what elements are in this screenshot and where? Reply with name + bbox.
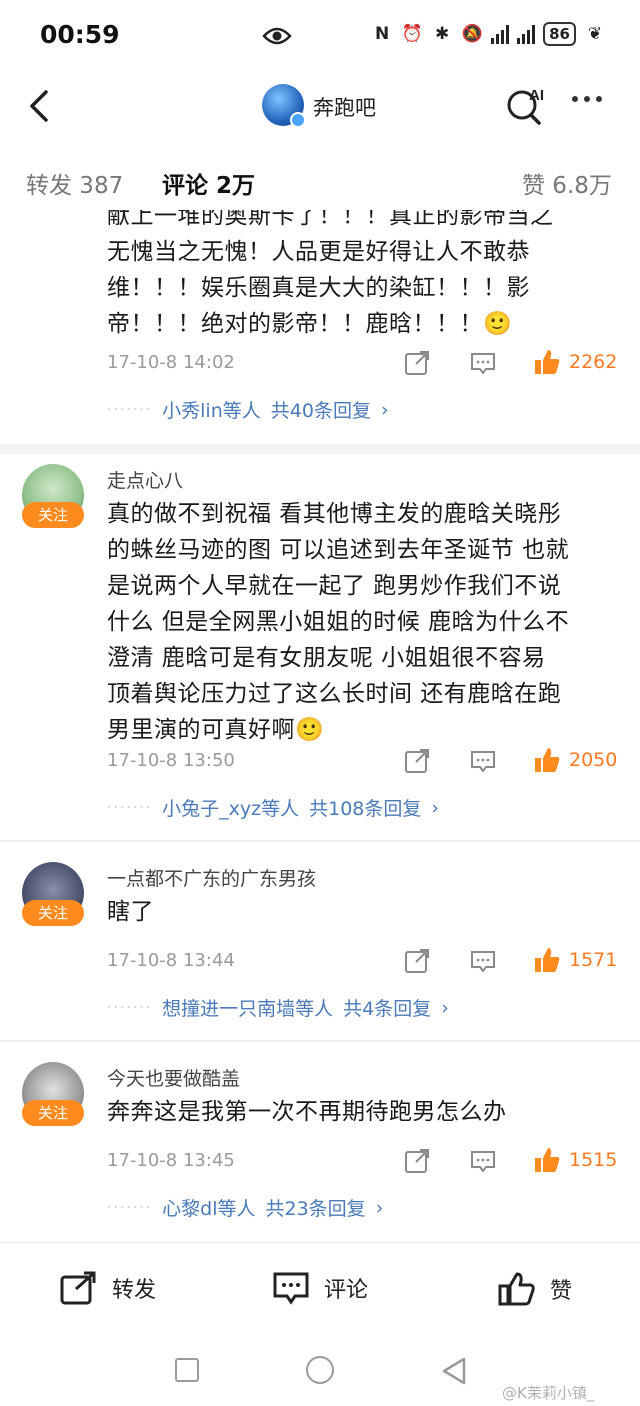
back-arrow-icon[interactable]: [22, 88, 58, 124]
replies-link[interactable]: ······· 小兔子_xyz等人 共108条回复 ›: [107, 794, 439, 821]
comment-text: 奔奔这是我第一次不再期待跑男怎么办: [107, 1099, 507, 1125]
like-action[interactable]: 赞: [498, 1271, 572, 1307]
replies-count: 共23条回复: [265, 1198, 366, 1220]
leaf-icon: ❦: [587, 24, 603, 44]
back-triangle-icon[interactable]: [440, 1356, 468, 1386]
chevron-right-icon: ›: [375, 1196, 384, 1219]
follow-button[interactable]: 关注: [22, 1100, 84, 1126]
tab-bar: 转发 387 评论 2万 赞 6.8万: [0, 140, 640, 210]
like-button[interactable]: 1571: [533, 946, 617, 974]
account-avatar[interactable]: [262, 84, 306, 128]
dots-decoration: ·······: [107, 1199, 153, 1216]
replies-count: 共108条回复: [309, 798, 422, 820]
comment-time: 17-10-8 13:44: [107, 950, 235, 971]
system-nav-bar: @K茉莉小镇_: [0, 1338, 640, 1406]
comment-icon: [273, 1272, 309, 1305]
recent-apps-button[interactable]: [175, 1358, 199, 1382]
dots-decoration: ·······: [107, 799, 153, 816]
repost-action[interactable]: 转发: [60, 1271, 156, 1305]
tab-likes[interactable]: 赞 6.8万: [522, 166, 612, 200]
comment-text: 瞎了: [107, 899, 154, 925]
dots-decoration: ·······: [107, 401, 153, 418]
home-button[interactable]: [306, 1356, 334, 1384]
thumbs-up-icon: [535, 748, 560, 772]
status-time: 00:59: [40, 20, 120, 49]
comment-time: 17-10-8 13:50: [107, 750, 235, 771]
eye-icon: [262, 27, 292, 45]
repost-label: 转发: [112, 1278, 157, 1303]
repost-icon[interactable]: [404, 350, 430, 376]
thumbs-up-icon: [535, 350, 560, 374]
chevron-right-icon: ›: [441, 996, 449, 1019]
signal-icon: [491, 24, 510, 44]
verified-badge: [290, 112, 306, 128]
like-button[interactable]: 2262: [533, 348, 617, 376]
divider: [0, 444, 640, 454]
chevron-right-icon: ›: [431, 796, 439, 819]
thumbs-up-icon: [535, 1148, 560, 1172]
comment-time: 17-10-8 13:45: [107, 1150, 235, 1171]
replies-link[interactable]: ······· 想撞进一只南墙等人 共4条回复 ›: [107, 994, 449, 1021]
replies-link[interactable]: ······· 心黎dl等人 共23条回复 ›: [107, 1194, 383, 1221]
bluetooth-icon: ✱: [435, 24, 450, 44]
replies-count: 共40条回复: [270, 400, 371, 422]
ai-search-icon[interactable]: AI: [505, 84, 547, 126]
replies-who: 小秀lin等人: [162, 400, 261, 422]
divider: [0, 1040, 640, 1042]
replies-who: 想撞进一只南墙等人: [162, 998, 334, 1020]
repost-icon[interactable]: [404, 948, 430, 974]
replies-who: 小兔子_xyz等人: [162, 798, 300, 820]
repost-icon[interactable]: [404, 1148, 430, 1174]
comment-icon[interactable]: [470, 948, 496, 974]
mute-icon: 🔕: [461, 24, 483, 44]
thumbs-up-icon: [498, 1272, 535, 1306]
chevron-right-icon: ›: [380, 398, 389, 421]
repost-icon[interactable]: [404, 748, 430, 774]
replies-who: 心黎dl等人: [162, 1198, 256, 1220]
account-name[interactable]: 奔跑吧: [313, 92, 376, 122]
watermark: @K茉莉小镇_: [502, 1384, 595, 1402]
signal-icon: [517, 24, 536, 44]
comment-text: 真的做不到祝福 看其他博主发的鹿晗关晓彤 的蛛丝马迹的图 可以追述到去年圣诞节 …: [107, 501, 570, 743]
divider: [0, 840, 640, 842]
comment-label: 评论: [324, 1278, 369, 1303]
like-button[interactable]: 1515: [533, 1146, 617, 1174]
tab-comments[interactable]: 评论 2万: [162, 166, 255, 200]
like-count: 1571: [569, 949, 618, 971]
comment-text: 献上一堆的奥斯卡了！！！真正的影帝当之 无愧当之无愧！人品更是好得让人不敢恭 维…: [107, 210, 554, 337]
more-icon[interactable]: [572, 96, 602, 102]
like-count: 1515: [569, 1149, 618, 1171]
like-count: 2262: [569, 351, 618, 373]
comment-icon[interactable]: [470, 350, 496, 376]
comment-list: 献上一堆的奥斯卡了！！！真正的影帝当之 无愧当之无愧！人品更是好得让人不敢恭 维…: [0, 210, 640, 1240]
comment-username[interactable]: 一点都不广东的广东男孩: [107, 864, 316, 891]
comment-username[interactable]: 今天也要做酷盖: [107, 1064, 240, 1091]
comment-icon[interactable]: [470, 1148, 496, 1174]
nfc-icon: N: [375, 24, 390, 44]
replies-link[interactable]: ······· 小秀lin等人 共40条回复 ›: [107, 396, 389, 423]
comment-action[interactable]: 评论: [272, 1271, 368, 1305]
replies-count: 共4条回复: [343, 998, 432, 1020]
alarm-icon: ⏰: [401, 24, 423, 44]
follow-button[interactable]: 关注: [22, 502, 84, 528]
ai-label: AI: [529, 87, 544, 104]
like-count: 2050: [569, 749, 618, 771]
tab-repost[interactable]: 转发 387: [26, 166, 123, 200]
comment-icon[interactable]: [470, 748, 496, 774]
comment-username[interactable]: 走点心八: [107, 466, 183, 493]
status-bar: 00:59 N ⏰ ✱ 🔕 86 ❦: [0, 0, 640, 74]
comment-time: 17-10-8 14:02: [107, 352, 235, 373]
thumbs-up-icon: [535, 948, 560, 972]
dots-decoration: ·······: [107, 999, 153, 1016]
follow-button[interactable]: 关注: [22, 900, 84, 926]
repost-icon: [60, 1271, 96, 1305]
bottom-action-bar: 转发 评论 赞: [0, 1242, 640, 1338]
battery-indicator: 86: [543, 22, 576, 46]
like-button[interactable]: 2050: [533, 746, 617, 774]
like-label: 赞: [550, 1279, 573, 1304]
top-nav: 奔跑吧 AI: [0, 74, 640, 140]
